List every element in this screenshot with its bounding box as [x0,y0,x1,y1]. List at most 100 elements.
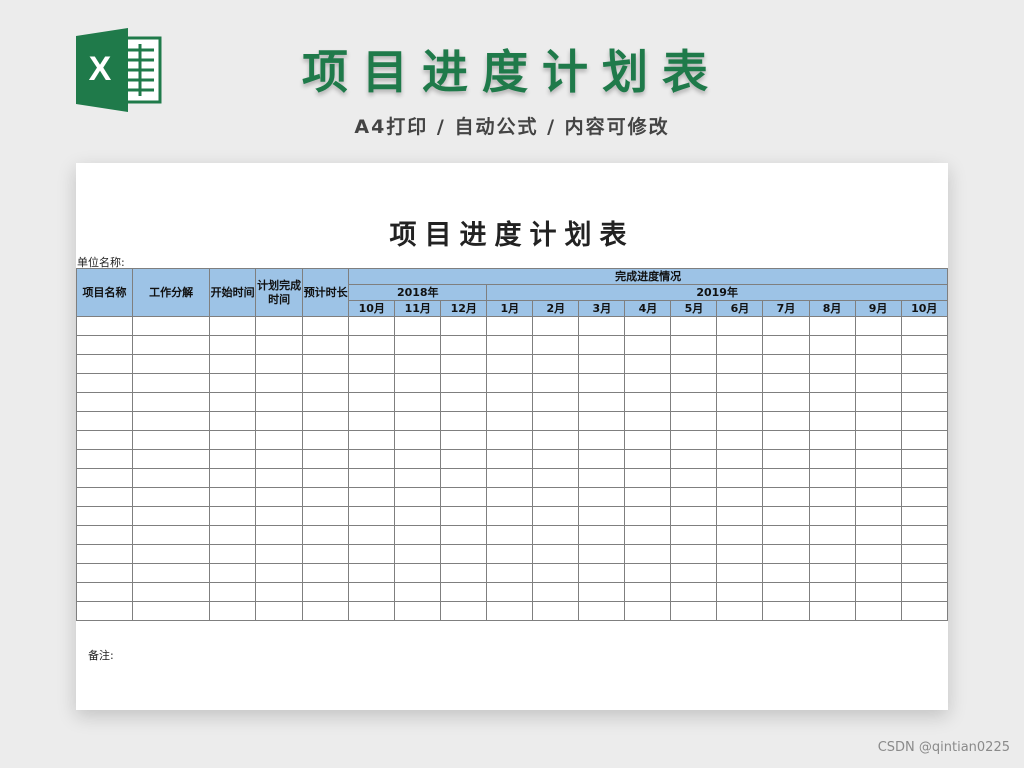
table-cell[interactable] [716,563,764,583]
table-cell[interactable] [209,506,257,526]
table-cell[interactable] [132,354,211,374]
table-cell[interactable] [854,468,902,488]
table-cell[interactable] [132,506,211,526]
table-cell[interactable] [486,449,534,469]
table-cell[interactable] [394,449,442,469]
table-cell[interactable] [624,335,672,355]
table-cell[interactable] [762,487,810,507]
table-cell[interactable] [75,316,134,336]
table-cell[interactable] [348,316,396,336]
table-cell[interactable] [302,354,350,374]
table-cell[interactable] [808,563,856,583]
table-cell[interactable] [670,411,718,431]
table-cell[interactable] [75,506,134,526]
table-cell[interactable] [900,525,949,545]
table-cell[interactable] [532,506,580,526]
table-cell[interactable] [578,544,626,564]
table-cell[interactable] [255,373,304,393]
table-cell[interactable] [255,487,304,507]
table-cell[interactable] [762,525,810,545]
table-cell[interactable] [532,449,580,469]
table-cell[interactable] [132,449,211,469]
table-cell[interactable] [532,582,580,602]
table-cell[interactable] [578,582,626,602]
table-cell[interactable] [624,449,672,469]
table-cell[interactable] [808,544,856,564]
table-cell[interactable] [394,544,442,564]
table-cell[interactable] [302,582,350,602]
table-cell[interactable] [348,354,396,374]
table-cell[interactable] [255,411,304,431]
table-cell[interactable] [302,487,350,507]
table-cell[interactable] [624,392,672,412]
table-cell[interactable] [209,601,257,621]
table-cell[interactable] [900,563,949,583]
table-cell[interactable] [854,392,902,412]
table-cell[interactable] [716,430,764,450]
table-cell[interactable] [624,601,672,621]
table-cell[interactable] [394,430,442,450]
table-cell[interactable] [532,487,580,507]
table-cell[interactable] [209,354,257,374]
table-cell[interactable] [854,316,902,336]
table-cell[interactable] [440,335,488,355]
table-cell[interactable] [854,544,902,564]
table-cell[interactable] [716,487,764,507]
table-cell[interactable] [532,392,580,412]
table-cell[interactable] [302,316,350,336]
table-cell[interactable] [440,373,488,393]
table-cell[interactable] [716,525,764,545]
table-cell[interactable] [209,316,257,336]
table-cell[interactable] [75,354,134,374]
table-cell[interactable] [670,430,718,450]
table-cell[interactable] [854,487,902,507]
table-cell[interactable] [532,430,580,450]
table-cell[interactable] [716,411,764,431]
table-cell[interactable] [900,354,949,374]
table-cell[interactable] [209,411,257,431]
table-cell[interactable] [486,601,534,621]
table-cell[interactable] [900,601,949,621]
table-cell[interactable] [75,449,134,469]
table-cell[interactable] [532,411,580,431]
table-cell[interactable] [532,544,580,564]
table-cell[interactable] [670,316,718,336]
table-cell[interactable] [670,601,718,621]
table-cell[interactable] [209,468,257,488]
table-cell[interactable] [716,373,764,393]
table-cell[interactable] [209,449,257,469]
table-cell[interactable] [762,468,810,488]
table-cell[interactable] [440,563,488,583]
table-cell[interactable] [255,468,304,488]
table-cell[interactable] [716,316,764,336]
table-cell[interactable] [486,430,534,450]
table-cell[interactable] [578,335,626,355]
table-cell[interactable] [716,601,764,621]
table-cell[interactable] [486,335,534,355]
table-cell[interactable] [762,506,810,526]
table-cell[interactable] [854,449,902,469]
table-cell[interactable] [486,392,534,412]
table-cell[interactable] [255,316,304,336]
table-cell[interactable] [808,373,856,393]
table-cell[interactable] [762,449,810,469]
table-cell[interactable] [75,392,134,412]
table-cell[interactable] [900,392,949,412]
table-cell[interactable] [132,468,211,488]
table-cell[interactable] [132,373,211,393]
table-cell[interactable] [578,525,626,545]
table-cell[interactable] [762,354,810,374]
table-cell[interactable] [624,525,672,545]
table-cell[interactable] [900,544,949,564]
table-cell[interactable] [255,582,304,602]
table-cell[interactable] [440,487,488,507]
table-cell[interactable] [132,411,211,431]
table-cell[interactable] [532,316,580,336]
table-cell[interactable] [209,335,257,355]
table-cell[interactable] [578,563,626,583]
table-cell[interactable] [624,373,672,393]
table-cell[interactable] [486,487,534,507]
table-cell[interactable] [532,563,580,583]
table-cell[interactable] [302,411,350,431]
table-cell[interactable] [394,411,442,431]
